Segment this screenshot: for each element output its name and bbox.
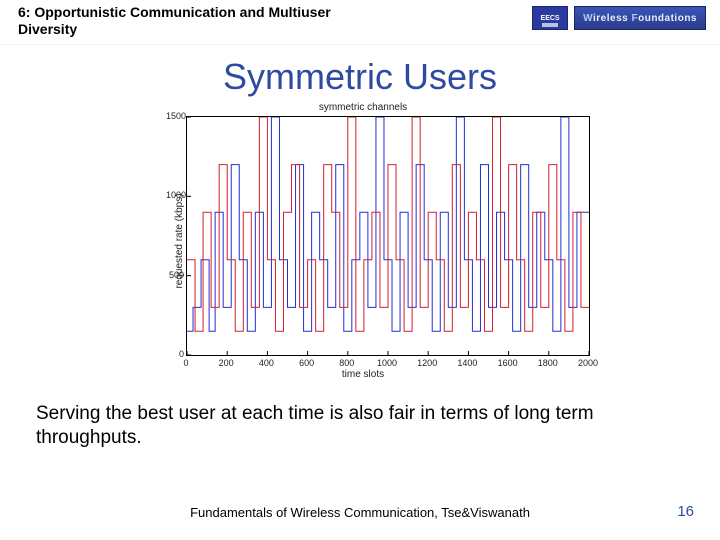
chart-xtick: 1800 xyxy=(538,358,558,368)
chart-xtick: 1000 xyxy=(377,358,397,368)
slide-title: Symmetric Users xyxy=(0,56,720,98)
chart-ytick: 1500 xyxy=(166,111,184,121)
eecs-logo-icon: EECS xyxy=(532,6,568,30)
chart-xtick: 1200 xyxy=(417,358,437,368)
chapter-heading: 6: Opportunistic Communication and Multi… xyxy=(18,4,378,38)
footer-citation: Fundamentals of Wireless Communication, … xyxy=(0,505,720,520)
chart-xtick: 0 xyxy=(183,358,188,368)
chart-xtick: 200 xyxy=(219,358,234,368)
chart-xtick: 2000 xyxy=(578,358,598,368)
chart-xlabel: time slots xyxy=(128,369,598,380)
slide-body-text: Serving the best user at each time is al… xyxy=(36,402,684,450)
chart-ytick: 1000 xyxy=(166,190,184,200)
logo-block: EECS Wireless Foundations xyxy=(532,6,706,30)
chart-ytick: 0 xyxy=(166,349,184,359)
chart-title: symmetric channels xyxy=(128,102,598,113)
chart-ytick: 500 xyxy=(166,270,184,280)
header-divider xyxy=(0,44,720,45)
chart-plot-area xyxy=(186,116,590,356)
chart-xtick: 800 xyxy=(339,358,354,368)
chart-xtick: 1400 xyxy=(457,358,477,368)
chart: symmetric channels requested rate (kbps)… xyxy=(128,102,598,380)
chart-xtick: 600 xyxy=(299,358,314,368)
page-number: 16 xyxy=(677,503,694,520)
wireless-foundations-logo: Wireless Foundations xyxy=(574,6,706,30)
chart-xtick: 1600 xyxy=(498,358,518,368)
chart-xtick: 400 xyxy=(259,358,274,368)
